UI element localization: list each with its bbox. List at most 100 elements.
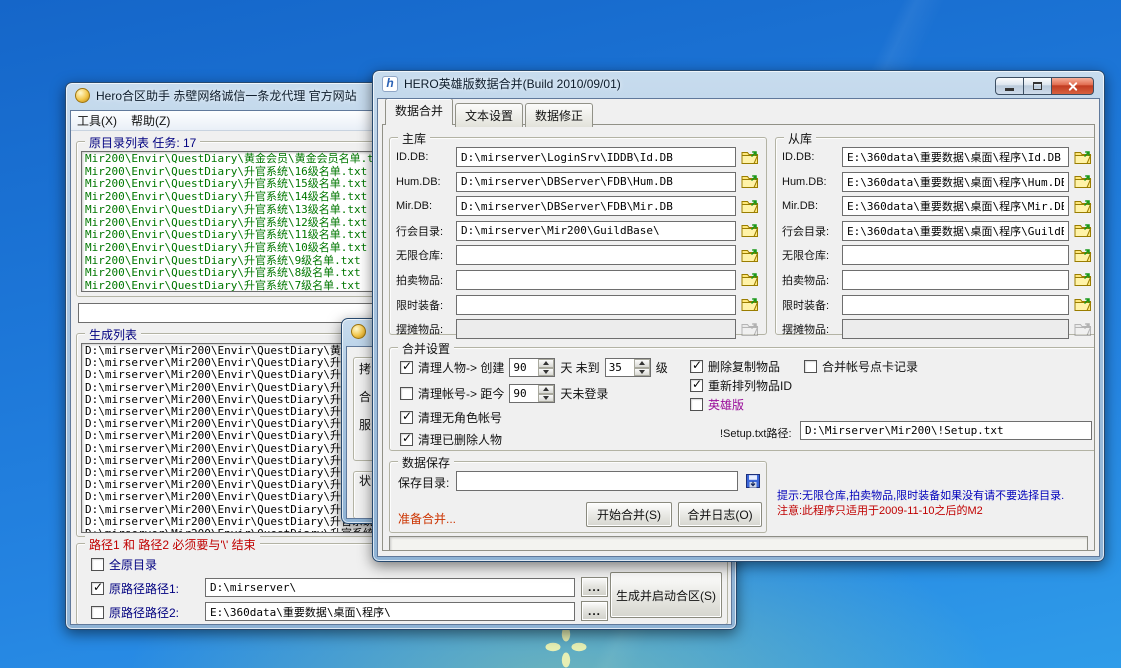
mini-label-4: 状 xyxy=(359,472,371,489)
db-field-label: ID.DB: xyxy=(782,151,838,163)
db-field-row: 摆摊物品: xyxy=(782,319,1093,339)
spin-down-button[interactable] xyxy=(634,368,650,377)
spin-down-button[interactable] xyxy=(538,368,554,377)
hero-app-icon xyxy=(382,76,398,92)
menu-help[interactable]: 帮助(Z) xyxy=(131,112,170,129)
open-folder-button[interactable] xyxy=(740,271,760,288)
folder-open-icon xyxy=(1074,248,1092,263)
merge-log-button[interactable]: 合并日志(O) xyxy=(678,502,762,527)
hero-client-area: 数据合并 文本设置 数据修正 主库 ID.DB: xyxy=(377,98,1100,557)
tab-text-settings[interactable]: 文本设置 xyxy=(455,103,523,127)
clean-char-suffix-label: 级 xyxy=(656,359,668,376)
spin-up-button[interactable] xyxy=(538,359,554,368)
open-folder-button[interactable] xyxy=(1073,198,1093,215)
folder-open-icon xyxy=(741,199,759,214)
merge-settings-title: 合并设置 xyxy=(398,340,454,357)
minimize-button[interactable] xyxy=(995,77,1024,95)
db-field-label: Mir.DB: xyxy=(782,200,838,212)
db-path-input[interactable] xyxy=(456,270,736,290)
clean-char-days-input[interactable] xyxy=(510,359,538,376)
open-folder-button[interactable] xyxy=(1073,149,1093,166)
menu-tools[interactable]: 工具(X) xyxy=(77,112,117,129)
db-field-label: 行会目录: xyxy=(396,223,452,239)
full-dir-checkbox[interactable] xyxy=(91,558,104,571)
db-path-input[interactable] xyxy=(456,295,736,315)
clean-account-checkbox[interactable] xyxy=(400,387,413,400)
path1-input[interactable] xyxy=(205,578,575,597)
arrow-down-icon xyxy=(543,396,549,400)
db-field-label: 限时装备: xyxy=(782,297,838,313)
delete-dup-items-checkbox[interactable] xyxy=(690,360,703,373)
path2-browse-button[interactable]: ... xyxy=(581,601,608,621)
open-folder-button[interactable] xyxy=(740,149,760,166)
db-path-input[interactable] xyxy=(456,319,736,339)
open-folder-button[interactable] xyxy=(1073,271,1093,288)
clean-deleted-checkbox[interactable] xyxy=(400,433,413,446)
db-path-input[interactable] xyxy=(842,147,1069,167)
maximize-button[interactable] xyxy=(1023,77,1052,95)
tab-data-fix[interactable]: 数据修正 xyxy=(525,103,593,127)
hero-window-title: HERO英雄版数据合并(Build 2010/09/01) xyxy=(404,75,621,92)
setup-path-label: !Setup.txt路径: xyxy=(720,425,792,441)
folder-open-icon xyxy=(741,297,759,312)
start-merge-button[interactable]: 开始合并(S) xyxy=(586,502,672,527)
open-folder-button[interactable] xyxy=(740,296,760,313)
db-field-row: 拍卖物品: xyxy=(396,270,760,290)
merge-card-label: 合并帐号点卡记录 xyxy=(822,358,918,375)
clean-char-level-input[interactable] xyxy=(606,359,634,376)
db-path-input[interactable] xyxy=(456,147,736,167)
folder-open-icon xyxy=(741,272,759,287)
resort-items-checkbox[interactable] xyxy=(690,379,703,392)
db-field-label: Hum.DB: xyxy=(782,176,838,188)
clean-account-days-input[interactable] xyxy=(510,385,538,402)
db-path-input[interactable] xyxy=(842,196,1069,216)
spin-up-button[interactable] xyxy=(538,385,554,394)
clean-char-checkbox[interactable] xyxy=(400,361,413,374)
db-path-input[interactable] xyxy=(842,270,1069,290)
clean-no-role-checkbox[interactable] xyxy=(400,411,413,424)
db-path-input[interactable] xyxy=(842,245,1069,265)
open-folder-button[interactable] xyxy=(1073,173,1093,190)
path2-input[interactable] xyxy=(205,602,575,621)
generate-start-button[interactable]: 生成并启动合区(S) xyxy=(610,572,722,618)
db-path-input[interactable] xyxy=(456,221,736,241)
path1-checkbox[interactable] xyxy=(91,582,104,595)
generated-list-group-title: 生成列表 xyxy=(85,326,141,343)
open-folder-button[interactable] xyxy=(1073,247,1093,264)
db-path-input[interactable] xyxy=(842,172,1069,192)
open-folder-button[interactable] xyxy=(1073,296,1093,313)
mini-label-3: 服 xyxy=(359,416,371,433)
open-folder-button[interactable] xyxy=(1073,321,1093,338)
open-folder-button[interactable] xyxy=(740,222,760,239)
merge-card-checkbox[interactable] xyxy=(804,360,817,373)
folder-open-icon xyxy=(1074,174,1092,189)
db-path-input[interactable] xyxy=(456,196,736,216)
hero-version-checkbox[interactable] xyxy=(690,398,703,411)
open-folder-button[interactable] xyxy=(740,198,760,215)
tab-data-merge[interactable]: 数据合并 xyxy=(385,98,453,125)
save-button-icon-wrap[interactable] xyxy=(743,472,763,489)
path2-checkbox[interactable] xyxy=(91,606,104,619)
db-path-input[interactable] xyxy=(842,295,1069,315)
db-path-input[interactable] xyxy=(842,221,1069,241)
merge-settings-group: 合并设置 清理人物-> 创建 天 未到 级 xyxy=(389,347,1095,451)
open-folder-button[interactable] xyxy=(740,321,760,338)
arrow-up-icon xyxy=(543,387,549,391)
close-button[interactable] xyxy=(1051,77,1094,95)
spin-down-button[interactable] xyxy=(538,394,554,403)
setup-path-input[interactable] xyxy=(800,421,1092,440)
db-field-row: 无限仓库: xyxy=(782,245,1093,265)
db-path-input[interactable] xyxy=(456,245,736,265)
db-path-input[interactable] xyxy=(456,172,736,192)
save-dir-input[interactable] xyxy=(456,471,738,491)
spin-up-button[interactable] xyxy=(634,359,650,368)
hint-tip-text: 提示:无限仓库,拍卖物品,限时装备如果没有请不要选择目录. xyxy=(777,489,1064,504)
hint-warning-text: 注意:此程序只适用于2009-11-10之后的M2 xyxy=(777,504,1064,519)
folder-open-icon xyxy=(741,248,759,263)
open-folder-button[interactable] xyxy=(1073,222,1093,239)
open-folder-button[interactable] xyxy=(740,247,760,264)
path1-browse-button[interactable]: ... xyxy=(581,577,608,597)
db-path-input[interactable] xyxy=(842,319,1069,339)
open-folder-button[interactable] xyxy=(740,173,760,190)
arrow-up-icon xyxy=(639,361,645,365)
